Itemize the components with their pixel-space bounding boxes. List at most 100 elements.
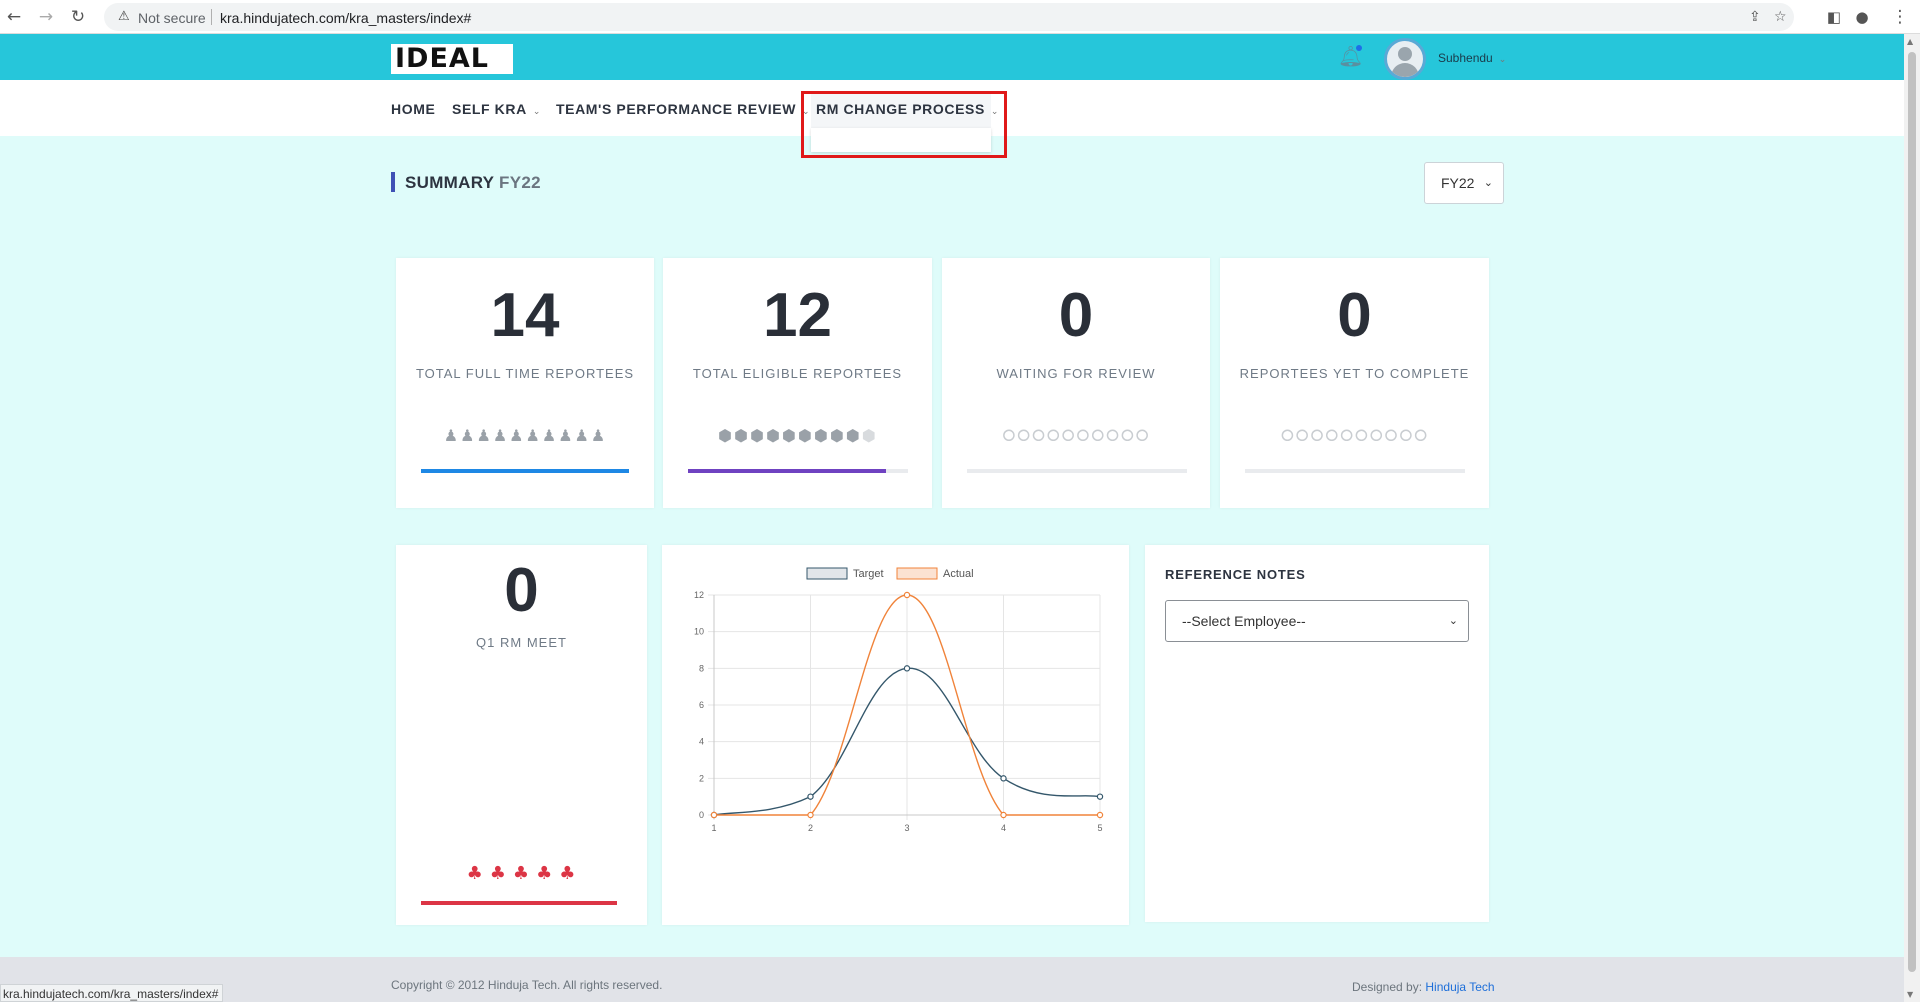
data-point-actual: [807, 811, 814, 819]
legend-swatch: [896, 567, 938, 580]
y-tick-label: 4: [699, 737, 704, 747]
y-tick-label: 2: [699, 773, 704, 783]
stat-value: 0: [1337, 281, 1372, 350]
pin-icon: ⭘: [1091, 426, 1106, 445]
fy-select[interactable]: FY22 ⌄: [1424, 162, 1504, 204]
employee-select[interactable]: --Select Employee-- ⌄: [1165, 600, 1469, 642]
warning-icon: ⚠: [118, 9, 130, 24]
status-bar-url: kra.hindujatech.com/kra_masters/index#: [0, 984, 224, 1002]
cube-icon: ⬢: [766, 426, 782, 445]
x-tick-label: 5: [1097, 823, 1102, 833]
person-icon: ♟: [558, 426, 574, 445]
share-icon[interactable]: ⇪: [1749, 9, 1761, 25]
y-tick-label: 12: [694, 590, 704, 600]
stat-label: TOTAL ELIGIBLE REPORTEES: [692, 366, 903, 381]
pin-icon: ⭘: [1120, 426, 1135, 445]
scroll-thumb[interactable]: [1908, 52, 1916, 972]
pin-icon: ⭘: [1355, 426, 1369, 445]
progress-bar: [967, 469, 1187, 473]
rm-meet-value: 0: [504, 556, 539, 625]
pin-icon: ⭘: [1310, 426, 1325, 445]
chevron-down-icon: ⌄: [1448, 614, 1458, 627]
rm-meet-card: 0 Q1 RM MEET ♣ ♣ ♣ ♣ ♣: [396, 545, 647, 925]
back-icon[interactable]: ←: [4, 7, 24, 27]
security-label: Not secure: [138, 10, 206, 26]
progress-bar: [421, 469, 629, 473]
rm-meet-progress-bar: [421, 901, 617, 905]
data-point-actual: [1096, 811, 1104, 819]
chevron-down-icon: ⌄: [1498, 55, 1507, 65]
logo[interactable]: IDEAL: [391, 44, 513, 74]
designer-link[interactable]: Hinduja Tech: [1425, 980, 1494, 994]
person-icon: ♟: [443, 426, 460, 445]
reload-icon[interactable]: ↻: [68, 7, 88, 27]
legend-label: Target: [853, 568, 884, 580]
highlight-annotation: [801, 91, 1007, 158]
cube-icon: ⬢: [829, 426, 845, 445]
stat-label: TOTAL FULL TIME REPORTEES: [415, 366, 635, 381]
avatar[interactable]: [1384, 38, 1426, 80]
forward-icon[interactable]: →: [36, 7, 56, 27]
line-chart: 0246810121 2 3 4 5Target Actual: [694, 567, 1104, 833]
menu-icon[interactable]: ⋮: [1890, 7, 1910, 27]
scroll-up-icon[interactable]: ▲: [1907, 37, 1913, 46]
cube-icon: ⬢: [734, 426, 750, 445]
pin-icon-row: ⭘⭘⭘⭘⭘⭘⭘⭘⭘⭘: [942, 426, 1210, 446]
cube-icon: ⬢: [861, 426, 877, 445]
cube-icon: ⬢: [782, 426, 797, 445]
y-tick-label: 8: [699, 663, 704, 673]
notification-dot: [1356, 45, 1362, 51]
legend-swatch: [806, 567, 848, 580]
address-bar[interactable]: ⚠ Not secure kra.hindujatech.com/kra_mas…: [104, 3, 1794, 31]
nav-self-kra[interactable]: SELF KRA ⌄: [452, 101, 541, 117]
pin-icon: ⭘: [1369, 426, 1384, 445]
group-icon: ♣: [512, 863, 531, 884]
stat-card-yet-to-complete: 0 REPORTEES YET TO COMPLETE ⭘⭘⭘⭘⭘⭘⭘⭘⭘⭘: [1220, 258, 1489, 508]
stat-card-eligible: 12 TOTAL ELIGIBLE REPORTEES ⬢⬢⬢⬢⬢⬢⬢⬢⬢⬢: [663, 258, 932, 508]
stat-value: 14: [490, 281, 560, 350]
url-text[interactable]: kra.hindujatech.com/kra_masters/index#: [220, 10, 471, 26]
title-accent-bar: [391, 172, 395, 192]
star-icon[interactable]: ☆: [1774, 9, 1787, 25]
pin-icon: ⭘: [1017, 426, 1032, 445]
copyright-text: Copyright © 2012 Hinduja Tech. All right…: [391, 978, 663, 992]
group-icon: ♣: [489, 863, 507, 884]
profile-icon[interactable]: ●: [1852, 7, 1872, 27]
x-tick-label: 4: [1001, 823, 1006, 833]
x-tick-label: 2: [808, 823, 813, 833]
stat-card-waiting: 0 WAITING FOR REVIEW ⭘⭘⭘⭘⭘⭘⭘⭘⭘⭘: [942, 258, 1210, 508]
nav-home[interactable]: HOME: [391, 101, 435, 117]
group-icon: ♣: [559, 863, 577, 884]
y-tick-label: 6: [699, 700, 704, 710]
x-tick-label: 3: [904, 823, 909, 833]
cube-icon: ⬢: [845, 426, 861, 445]
pin-icon: ⭘: [1061, 426, 1076, 445]
data-point-target: [807, 793, 814, 800]
person-icon-row: ♟♟♟♟♟♟♟♟♟♟: [396, 426, 654, 446]
data-point-target: [903, 665, 911, 672]
pin-icon: ⭘: [1325, 426, 1340, 445]
user-menu[interactable]: Subhendu ⌄: [1438, 51, 1506, 65]
group-icon: ♣: [466, 863, 484, 884]
y-tick-label: 0: [699, 810, 704, 820]
person-icon: ♟: [541, 426, 558, 445]
person-icon: ♟: [476, 426, 492, 445]
scrollbar[interactable]: ▲ ▼: [1904, 34, 1920, 1002]
scroll-down-icon[interactable]: ▼: [1907, 990, 1913, 999]
stat-card-full-time: 14 TOTAL FULL TIME REPORTEES ♟♟♟♟♟♟♟♟♟♟: [396, 258, 654, 508]
data-point-target: [1096, 793, 1104, 800]
reference-notes-title: REFERENCE NOTES: [1165, 567, 1306, 582]
data-point-target: [1000, 775, 1007, 782]
nav-team-review[interactable]: TEAM'S PERFORMANCE REVIEW ⌄: [556, 101, 810, 117]
pin-icon: ⭘: [1046, 426, 1061, 445]
stat-value: 0: [1058, 281, 1094, 350]
sidebar-icon[interactable]: ◧: [1824, 7, 1844, 27]
logo-text: IDEAL: [395, 43, 490, 74]
pin-icon: ⭘: [1340, 426, 1354, 445]
pin-icon-row: ⭘⭘⭘⭘⭘⭘⭘⭘⭘⭘: [1220, 426, 1489, 446]
x-tick-label: 1: [711, 823, 716, 833]
pin-icon: ⭘: [1106, 426, 1120, 445]
pin-icon: ⭘: [1002, 426, 1017, 445]
person-icon: ♟: [492, 426, 509, 445]
stat-value: 12: [763, 281, 832, 350]
